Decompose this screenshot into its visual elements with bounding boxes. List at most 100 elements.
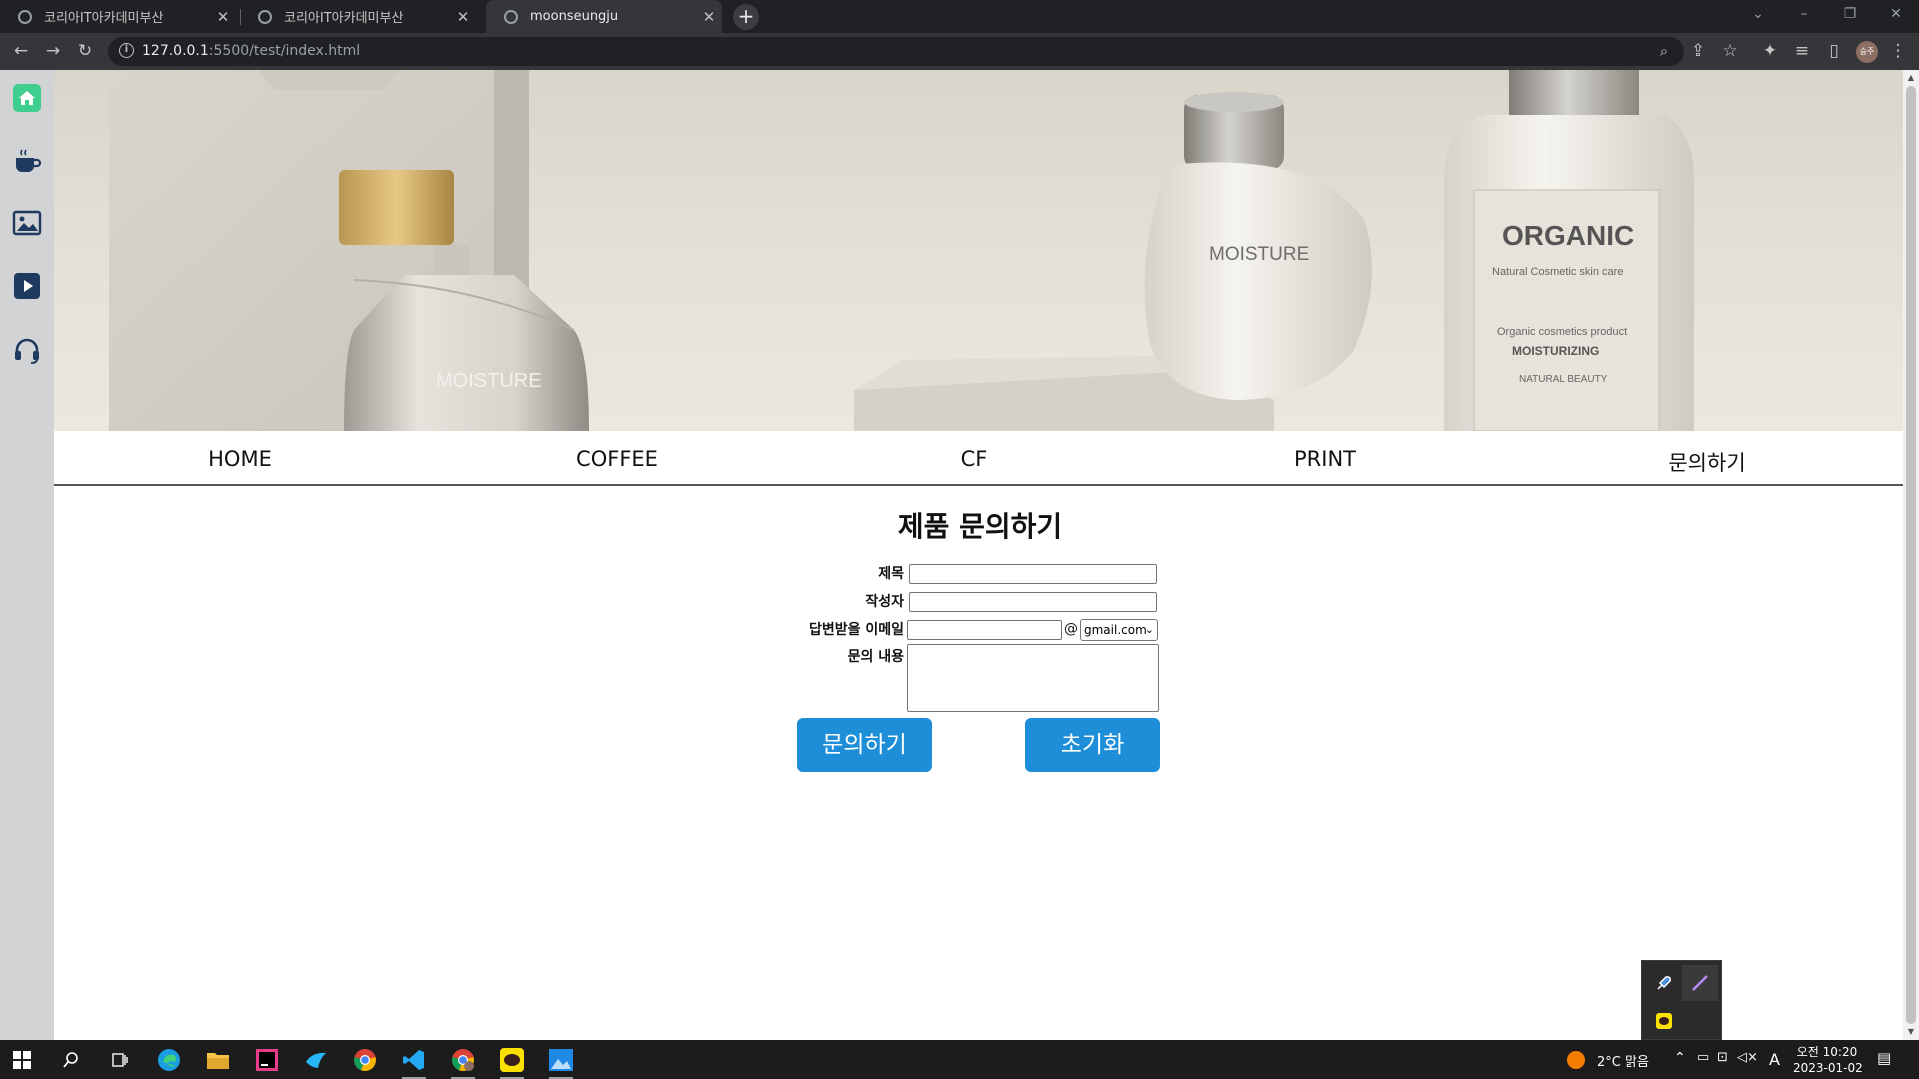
globe-icon: [258, 9, 272, 24]
restore-button[interactable]: ❐: [1827, 0, 1873, 30]
tab-title: 코리아IT아카데미부산: [44, 11, 164, 26]
svg-text:Organic cosmetics product: Organic cosmetics product: [1497, 326, 1627, 338]
svg-text:MOISTURIZING: MOISTURIZING: [1512, 344, 1599, 358]
share-icon[interactable]: ⇪: [1686, 40, 1710, 64]
headset-icon[interactable]: [12, 335, 42, 365]
email-domain-value: gmail.com: [1084, 623, 1147, 637]
back-icon[interactable]: ←: [9, 40, 33, 64]
kakaotalk-icon[interactable]: [498, 1046, 526, 1079]
email-input[interactable]: [907, 620, 1062, 640]
svg-text:Natural Cosmetic skin care: Natural Cosmetic skin care: [1492, 266, 1623, 278]
scroll-thumb[interactable]: [1906, 86, 1916, 1024]
tab-title: 코리아IT아카데미부산: [284, 11, 404, 26]
image-icon[interactable]: [12, 208, 42, 238]
tab-title: moonseungju: [530, 9, 619, 24]
kakaotalk-tray-icon[interactable]: [1646, 1003, 1682, 1039]
bottle-label-moisture: MOISTURE: [1209, 244, 1309, 265]
subject-label: 제목: [878, 566, 904, 582]
search-icon[interactable]: [57, 1046, 85, 1074]
bottle-label-moisture: MOISTURE: [436, 370, 542, 392]
extensions-icon[interactable]: ✦: [1758, 40, 1782, 64]
site-nav: HOME COFFEE CF PRINT 문의하기: [54, 431, 1903, 486]
nav-print[interactable]: PRINT: [1225, 447, 1425, 471]
rocket-icon[interactable]: [1646, 965, 1682, 1001]
reading-list-icon[interactable]: ≡: [1790, 40, 1814, 64]
cosmetics-photo: MOISTURE MOISTURE ORGANIC Natural Cosmet…: [109, 70, 1694, 431]
volume-muted-icon[interactable]: ◁×: [1737, 1050, 1758, 1065]
close-icon[interactable]: ✕: [210, 8, 236, 26]
coffee-icon[interactable]: [12, 146, 42, 176]
file-explorer-icon[interactable]: [204, 1046, 232, 1074]
edge-icon[interactable]: [155, 1046, 183, 1074]
clock-time[interactable]: 오전 10:20: [1795, 1043, 1859, 1060]
task-view-icon[interactable]: [106, 1046, 134, 1074]
content-textarea[interactable]: [907, 644, 1159, 712]
windows-start-icon[interactable]: [8, 1046, 36, 1074]
globe-icon: [18, 9, 32, 24]
email-label: 답변받을 이메일: [808, 622, 904, 638]
page-viewport: MOISTURE MOISTURE ORGANIC Natural Cosmet…: [0, 70, 1919, 1040]
close-icon[interactable]: ✕: [696, 8, 722, 26]
star-icon[interactable]: ☆: [1718, 40, 1742, 64]
scroll-up-icon[interactable]: ▲: [1906, 73, 1916, 83]
scroll-down-icon[interactable]: ▼: [1906, 1027, 1916, 1037]
browser-tab-strip: 코리아IT아카데미부산 ✕ 코리아IT아카데미부산 ✕ moonseungju …: [0, 0, 1919, 33]
nav-inquiry[interactable]: 문의하기: [1607, 447, 1807, 477]
browser-tab-active[interactable]: moonseungju ✕: [486, 0, 722, 33]
weather-icon[interactable]: [1565, 1046, 1587, 1074]
subject-input[interactable]: [909, 564, 1157, 584]
feather-icon[interactable]: [1682, 965, 1718, 1001]
bird-app-icon[interactable]: [302, 1046, 330, 1074]
vscode-icon[interactable]: [400, 1046, 428, 1079]
ime-indicator[interactable]: A: [1769, 1050, 1780, 1069]
side-panel-icon[interactable]: ▯: [1822, 40, 1846, 64]
chrome-profile-icon[interactable]: [449, 1046, 477, 1079]
nav-coffee[interactable]: COFFEE: [517, 447, 717, 471]
form-title: 제품 문의하기: [897, 510, 1063, 543]
globe-icon: [504, 9, 518, 24]
reset-button[interactable]: 초기화: [1025, 718, 1160, 772]
author-input[interactable]: [909, 592, 1157, 612]
nav-cf[interactable]: CF: [874, 447, 1074, 471]
tab-search-icon[interactable]: ⌄: [1735, 0, 1781, 30]
info-icon[interactable]: i: [119, 43, 134, 58]
menu-icon[interactable]: ⋮: [1886, 40, 1910, 64]
weather-text[interactable]: 2°C 맑음: [1597, 1051, 1649, 1070]
author-label: 작성자: [865, 594, 904, 610]
close-window-button[interactable]: ✕: [1873, 0, 1919, 30]
photos-icon[interactable]: [547, 1046, 575, 1079]
meet-icon[interactable]: ▭: [1697, 1050, 1709, 1065]
svg-text:NATURAL BEAUTY: NATURAL BEAUTY: [1519, 374, 1608, 385]
content-label: 문의 내용: [847, 649, 904, 665]
play-icon[interactable]: [12, 271, 42, 301]
minimize-button[interactable]: –: [1781, 0, 1827, 30]
browser-tab[interactable]: 코리아IT아카데미부산 ✕: [0, 0, 236, 33]
notification-icon[interactable]: ▤: [1877, 1049, 1891, 1067]
email-domain-select[interactable]: gmail.com ⌄: [1080, 619, 1158, 641]
nav-home[interactable]: HOME: [140, 447, 340, 471]
address-bar[interactable]: i 127.0.0.1:5500/test/index.html ⌕: [108, 37, 1684, 66]
tray-overflow-popup: [1641, 960, 1722, 1040]
site-sidebar: [0, 70, 54, 1040]
profile-avatar[interactable]: 승주: [1856, 41, 1878, 63]
chevron-up-icon[interactable]: ⌃: [1674, 1050, 1686, 1066]
reload-icon[interactable]: ↻: [73, 40, 97, 64]
scrollbar[interactable]: ▲ ▼: [1903, 70, 1919, 1040]
close-icon[interactable]: ✕: [450, 8, 476, 26]
url-text[interactable]: 127.0.0.1:5500/test/index.html: [142, 43, 360, 59]
at-sign: @: [1064, 621, 1078, 637]
new-tab-button[interactable]: +: [733, 4, 759, 30]
network-icon[interactable]: ⊡: [1717, 1050, 1728, 1065]
zoom-icon[interactable]: ⌕: [1654, 42, 1674, 62]
forward-icon[interactable]: →: [41, 40, 65, 64]
hero-banner: MOISTURE MOISTURE ORGANIC Natural Cosmet…: [54, 70, 1903, 431]
browser-toolbar: ← → ↻ i 127.0.0.1:5500/test/index.html ⌕…: [0, 33, 1919, 70]
clock-date[interactable]: 2023-01-02: [1793, 1061, 1863, 1075]
bottle-label-organic: ORGANIC: [1502, 220, 1634, 251]
submit-button[interactable]: 문의하기: [797, 718, 932, 772]
jetbrains-icon[interactable]: [253, 1046, 281, 1074]
taskbar: 2°C 맑음 ⌃ ▭ ⊡ ◁× A 오전 10:20 2023-01-02 ▤: [0, 1040, 1919, 1079]
home-icon[interactable]: [12, 83, 42, 113]
browser-tab[interactable]: 코리아IT아카데미부산 ✕: [240, 0, 476, 33]
chrome-icon[interactable]: [351, 1046, 379, 1074]
